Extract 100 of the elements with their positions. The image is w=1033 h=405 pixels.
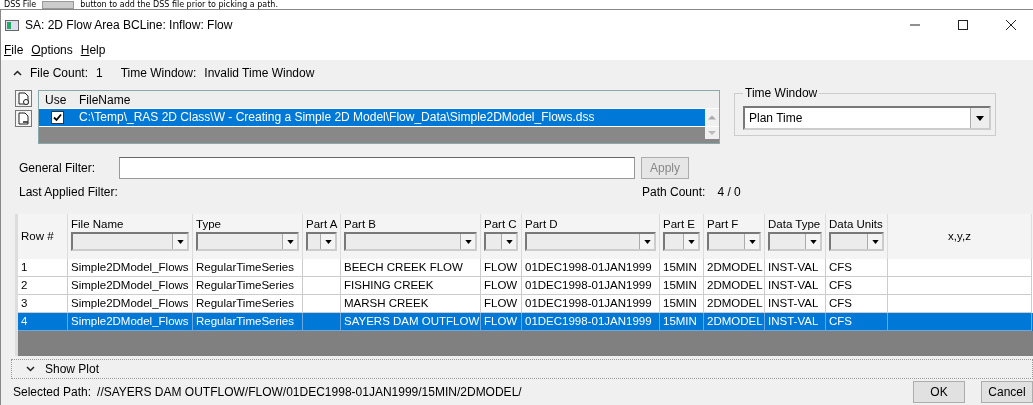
group-label: Time Window (744, 86, 819, 100)
time-window-dropdown[interactable]: Plan Time (743, 106, 991, 130)
table-cell: INST-VAL (768, 315, 819, 327)
table-cell: 2DMODEL (707, 297, 763, 309)
table-cell: MARSH CREEK (344, 297, 429, 309)
column-filter-dropdown[interactable] (344, 232, 477, 251)
column-header: x,y,z (948, 230, 971, 242)
table-cell: RegularTimeSeries (196, 297, 294, 309)
dropdown-arrow-icon[interactable] (324, 239, 332, 244)
use-checkbox[interactable] (51, 111, 64, 124)
table-cell: Simple2DModel_Flows (71, 297, 189, 309)
column-header: Part A (306, 218, 337, 230)
table-cell: FLOW (484, 279, 518, 291)
column-header: Type (196, 218, 222, 230)
table-row[interactable]: 1 Simple2DModel_Flows RegularTimeSeries BEECH CREEK FLOW FLOW 01DEC1998-01JAN1999 15MIN 2DMODEL INST-VAL CFS (18, 259, 1033, 277)
column-header: Data Units (829, 218, 884, 230)
app-icon (5, 19, 19, 31)
summary-label: Time Window: (120, 66, 197, 80)
table-cell: 2DMODEL (707, 261, 763, 273)
add-file-icon[interactable] (15, 90, 32, 107)
table-cell: SAYERS DAM OUTFLOW (344, 315, 480, 327)
table-cell: INST-VAL (768, 297, 819, 309)
column-header: FileName (78, 92, 132, 107)
table-cell: 3 (21, 297, 28, 309)
close-icon[interactable] (1005, 19, 1017, 31)
table-cell: Simple2DModel_Flows (71, 315, 189, 327)
menu-item[interactable]: Options (31, 43, 73, 57)
table-cell: CFS (829, 297, 852, 309)
table-cell: CFS (829, 279, 852, 291)
dropdown-arrow-icon[interactable] (748, 239, 756, 244)
table-cell: 01DEC1998-01JAN1999 (525, 297, 652, 309)
column-header: File Name (71, 218, 125, 230)
summary-label: File Count: (30, 66, 89, 80)
table-cell: 1 (21, 261, 28, 273)
table-cell: FISHING CREEK (344, 279, 434, 291)
dropdown-arrow-icon[interactable] (976, 115, 984, 121)
table-cell: INST-VAL (768, 279, 819, 291)
window-title: SA: 2D Flow Area BCLine: Inflow: Flow (25, 18, 233, 32)
column-filter-dropdown[interactable] (663, 232, 700, 251)
button-sample-icon (42, 1, 75, 9)
column-filter-dropdown[interactable] (484, 232, 518, 251)
dropdown-arrow-icon[interactable] (176, 239, 184, 244)
summary-value: 1 (96, 66, 103, 80)
column-filter-dropdown[interactable] (829, 232, 884, 251)
filter-field[interactable] (119, 157, 635, 179)
table-cell: 01DEC1998-01JAN1999 (525, 315, 652, 327)
dropdown-arrow-icon[interactable] (286, 239, 294, 244)
table-cell: 4 (21, 315, 28, 327)
table-cell: 01DEC1998-01JAN1999 (525, 279, 652, 291)
column-header: Use (44, 92, 68, 107)
summary-value: Invalid Time Window (204, 66, 315, 80)
remove-file-icon[interactable] (15, 110, 32, 127)
column-filter-dropdown[interactable] (71, 232, 189, 251)
table-cell: CFS (829, 315, 852, 327)
expand-icon[interactable] (26, 366, 35, 372)
show-plot-label[interactable]: Show Plot (45, 362, 100, 376)
menu-item[interactable]: File (4, 43, 24, 57)
dropdown-arrow-icon[interactable] (643, 239, 651, 244)
column-filter-dropdown[interactable] (525, 232, 656, 251)
dropdown-arrow-icon[interactable] (464, 239, 472, 244)
table-cell: 01DEC1998-01JAN1999 (525, 261, 652, 273)
table-cell: FLOW (484, 261, 518, 273)
dropdown-arrow-icon[interactable] (809, 239, 817, 244)
column-header: Part C (484, 218, 518, 230)
table-cell: FLOW (484, 315, 518, 327)
last-filter-label: Last Applied Filter: (19, 185, 119, 199)
table-cell: 2DMODEL (707, 279, 763, 291)
menu-item[interactable]: Help (80, 43, 106, 57)
table-row[interactable]: 2 Simple2DModel_Flows RegularTimeSeries FISHING CREEK FLOW 01DEC1998-01JAN1999 15MIN 2DMODEL INST-VAL CFS (18, 277, 1033, 295)
column-filter-dropdown[interactable] (768, 232, 822, 251)
column-header: Part F (707, 218, 740, 230)
table-cell: 15MIN (663, 315, 697, 327)
file-row[interactable]: C:\Temp\_RAS 2D Class\W - Creating a Simple 2D Model\Flow_Data\Simple2DModel_Flows.dss (39, 108, 719, 127)
dropdown-arrow-icon[interactable] (871, 239, 879, 244)
caption-text: button to add the DSS file prior to picking a path. (80, 0, 278, 9)
table-row[interactable]: 3 Simple2DModel_Flows RegularTimeSeries MARSH CREEK FLOW 01DEC1998-01JAN1999 15MIN 2DMODEL INST-VAL CFS (18, 295, 1033, 313)
table-cell: 2 (21, 279, 28, 291)
path-count-label: Path Count: (642, 185, 706, 199)
dialog-button[interactable]: Cancel (981, 381, 1033, 403)
path-count-value: 4 / 0 (717, 185, 741, 199)
column-header: Row # (21, 230, 55, 242)
table-row[interactable]: 4 Simple2DModel_Flows RegularTimeSeries SAYERS DAM OUTFLOW FLOW 01DEC1998-01JAN1999 15MIN 2DMODEL INST-VAL CFS (18, 313, 1033, 331)
column-header: Part D (525, 218, 559, 230)
table-cell: INST-VAL (768, 261, 819, 273)
dropdown-arrow-icon[interactable] (505, 239, 513, 244)
column-header: Data Type (768, 218, 822, 230)
table-cell: BEECH CREEK FLOW (344, 261, 463, 273)
column-header: Part E (663, 218, 696, 230)
column-filter-dropdown[interactable] (196, 232, 299, 251)
filter-label: General Filter: (19, 161, 97, 175)
column-filter-dropdown[interactable] (306, 232, 337, 251)
selected-path-value: //SAYERS DAM OUTFLOW/FLOW/01DEC1998-01JAN1999/15MIN/2DMODEL/ (97, 385, 522, 399)
dropdown-arrow-icon[interactable] (687, 239, 695, 244)
table-cell: CFS (829, 261, 852, 273)
maximize-icon[interactable] (957, 19, 969, 31)
dialog-button[interactable]: OK (913, 381, 965, 403)
column-header: Part B (344, 218, 377, 230)
file-path: C:\Temp\_RAS 2D Class\W - Creating a Simple 2D Model\Flow_Data\Simple2DModel_Flows.dss (75, 109, 705, 126)
collapse-icon[interactable] (13, 70, 22, 76)
column-filter-dropdown[interactable] (707, 232, 761, 251)
